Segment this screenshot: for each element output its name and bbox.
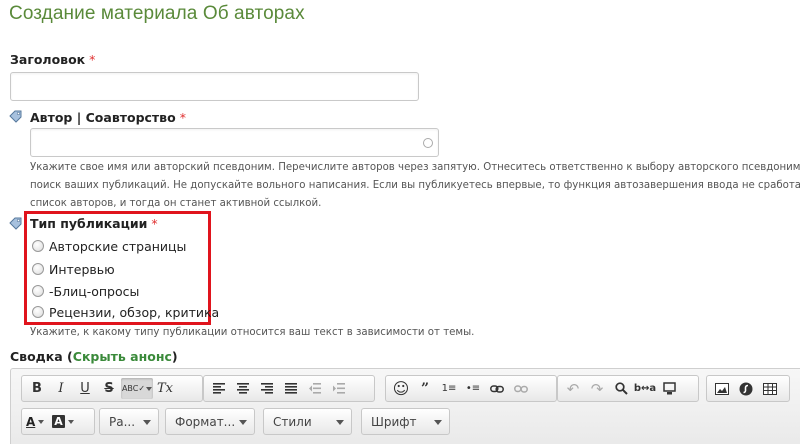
bg-color-button[interactable]: A: [52, 415, 74, 428]
align-center-icon[interactable]: [231, 378, 255, 399]
dropdown-arrow-icon: [146, 386, 153, 391]
blockquote-icon[interactable]: ”: [413, 378, 437, 399]
table-icon[interactable]: [758, 378, 782, 399]
color-buttons-group: A A: [21, 408, 95, 435]
styles-combo[interactable]: Стили: [263, 408, 352, 435]
align-right-icon[interactable]: [255, 378, 279, 399]
spellcheck-icon: ABC✓: [121, 384, 146, 393]
radio-button[interactable]: [32, 240, 44, 252]
strikethrough-button[interactable]: S: [97, 378, 121, 399]
author-label: Автор | Соавторство *: [30, 110, 186, 125]
combo-label: Стили: [273, 414, 312, 429]
replace-icon[interactable]: b↔a: [633, 378, 657, 399]
required-mark: *: [151, 216, 158, 231]
required-mark: *: [89, 52, 96, 67]
title-input[interactable]: [10, 72, 419, 101]
radio-option-author-pages[interactable]: Авторские страницы: [32, 237, 186, 255]
author-description-line: Укажите свое имя или авторский псевдоним…: [30, 162, 800, 173]
combo-label: Ра...: [109, 414, 136, 429]
chevron-down-icon: [336, 420, 344, 425]
author-label-text: Автор | Соавторство: [30, 110, 176, 125]
radio-label: Рецензии, обзор, критика: [49, 304, 220, 320]
spellcheck-button[interactable]: ABC✓: [121, 378, 153, 399]
pub-type-description: Укажите, к какому типу публикации относи…: [30, 327, 475, 338]
styles-short-combo[interactable]: Ра...: [99, 408, 159, 435]
bullet-list-icon[interactable]: •≡: [461, 378, 485, 399]
format-combo[interactable]: Формат...: [165, 408, 255, 435]
radio-button[interactable]: [32, 263, 44, 275]
outdent-icon[interactable]: [303, 378, 327, 399]
image-icon[interactable]: [710, 378, 734, 399]
radio-button[interactable]: [32, 306, 44, 318]
pub-type-label: Тип публикации *: [30, 216, 158, 231]
author-input[interactable]: [30, 128, 439, 157]
toolbar-group-align: [203, 375, 375, 402]
smiley-icon[interactable]: ☺: [389, 378, 413, 399]
indent-icon[interactable]: [327, 378, 351, 399]
radio-button[interactable]: [32, 285, 44, 297]
radio-option-blitz-polls[interactable]: -Блиц-опросы: [32, 282, 139, 300]
toolbar-group-insert: ☺ ” 1≡ •≡: [385, 375, 557, 402]
remove-format-button[interactable]: Tx: [153, 378, 177, 399]
summary-paren-close: ): [171, 349, 178, 364]
radio-label: -Блиц-опросы: [49, 283, 140, 299]
hide-teaser-link[interactable]: Скрыть анонс: [73, 349, 172, 364]
summary-label-text: Сводка: [10, 349, 63, 364]
maximize-icon[interactable]: [657, 378, 681, 399]
flash-icon[interactable]: [734, 378, 758, 399]
author-description-line: поиск ваших публикаций. Не допускайте во…: [30, 180, 800, 191]
combo-label: Формат...: [175, 414, 236, 429]
toolbar-group-media: [706, 375, 790, 402]
italic-button[interactable]: I: [49, 378, 73, 399]
unlink-icon[interactable]: [509, 378, 533, 399]
toolbar-group-basic: B I U S ABC✓ Tx: [21, 375, 203, 402]
rich-text-editor: B I U S ABC✓ Tx ☺ ” 1≡ •≡ ↶ ↷ b↔a A A Ра…: [10, 368, 800, 444]
dropdown-arrow-icon: [67, 419, 74, 424]
title-label-text: Заголовок: [10, 52, 86, 67]
tag-icon: [9, 110, 22, 123]
toolbar-group-tools: ↶ ↷ b↔a: [557, 375, 699, 402]
font-combo[interactable]: Шрифт: [361, 408, 450, 435]
radio-label: Авторские страницы: [49, 238, 187, 254]
align-justify-icon[interactable]: [279, 378, 303, 399]
dropdown-arrow-icon: [38, 419, 45, 424]
summary-label: Сводка (Скрыть анонс): [10, 349, 178, 364]
radio-option-reviews[interactable]: Рецензии, обзор, критика: [32, 303, 219, 321]
align-left-icon[interactable]: [207, 378, 231, 399]
bg-color-icon: A: [52, 415, 65, 428]
pub-type-label-text: Тип публикации: [30, 216, 148, 231]
text-color-icon: A: [26, 414, 36, 429]
chevron-down-icon: [434, 420, 442, 425]
bold-button[interactable]: B: [25, 378, 49, 399]
find-icon[interactable]: [609, 378, 633, 399]
link-icon[interactable]: [485, 378, 509, 399]
autocomplete-throbber-icon: [423, 138, 433, 148]
page-title: Создание материала Об авторах: [9, 3, 305, 24]
underline-button[interactable]: U: [73, 378, 97, 399]
chevron-down-icon: [239, 420, 247, 425]
redo-icon[interactable]: ↷: [585, 378, 609, 399]
required-mark: *: [179, 110, 186, 125]
title-label: Заголовок *: [10, 52, 95, 67]
numbered-list-icon[interactable]: 1≡: [437, 378, 461, 399]
combo-label: Шрифт: [371, 414, 417, 429]
tag-icon: [9, 217, 22, 230]
text-color-button[interactable]: A: [26, 414, 45, 429]
chevron-down-icon: [143, 420, 151, 425]
radio-option-interview[interactable]: Интервью: [32, 260, 115, 278]
undo-icon[interactable]: ↶: [561, 378, 585, 399]
radio-label: Интервью: [49, 261, 115, 277]
